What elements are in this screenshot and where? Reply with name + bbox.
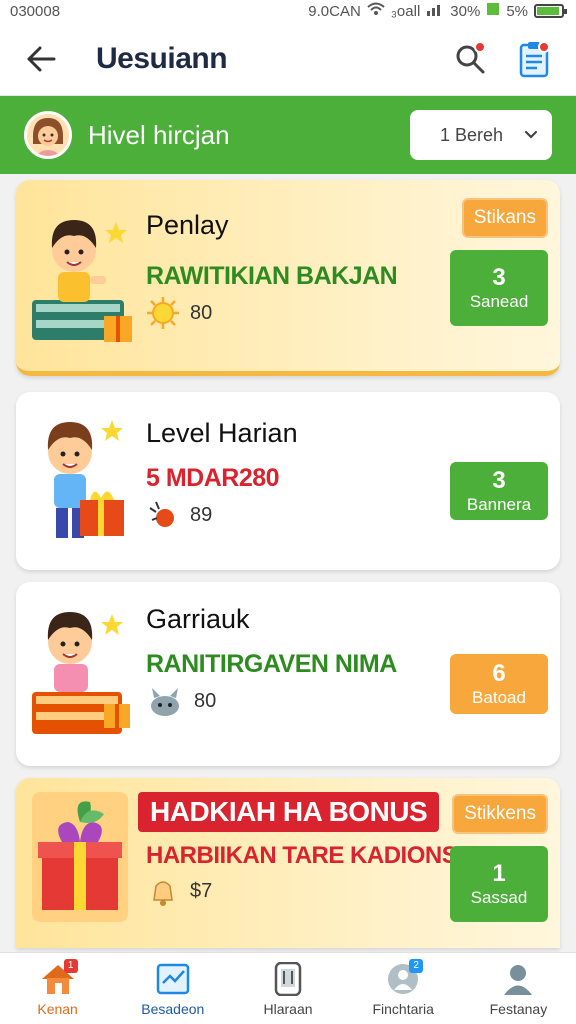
nav-profile[interactable]: Festanay <box>461 953 576 1024</box>
notification-dot <box>474 40 486 53</box>
reward-amount: 89 <box>190 503 213 526</box>
reward-amount: 80 <box>194 689 217 712</box>
task-card[interactable]: Penlay RAWITIKIAN BAKJAN 80 Stikans 3 Sa… <box>16 180 560 376</box>
bomb-icon <box>149 501 174 527</box>
status-carrier: 9.0CAN <box>308 2 361 20</box>
claim-button[interactable]: 3 Sanead <box>450 250 548 326</box>
stickers-tag: Stikans <box>461 198 548 238</box>
task-title: Level Harian <box>146 418 298 448</box>
nav-label: Festanay <box>489 1000 548 1017</box>
nav-badge: 2 <box>409 958 424 973</box>
claim-count: 6 <box>492 660 506 688</box>
sim-icon <box>486 2 500 20</box>
reward-amount: $7 <box>190 879 213 902</box>
claim-label: Sanead <box>469 292 529 312</box>
nav-label: Kenan <box>37 1000 78 1017</box>
battery-icon <box>534 4 567 18</box>
creature-icon <box>151 688 179 716</box>
status-time: 030008 <box>10 2 61 20</box>
page-title: Uesuiann <box>96 41 228 75</box>
status-bar: 030008 9.0CAN ₃oall 30% 5% <box>0 0 576 22</box>
task-title: Penlay <box>146 210 229 240</box>
arrow-left-icon <box>27 46 56 71</box>
reward-row: $7 <box>146 874 212 908</box>
level-dropdown-value: 1 Bereh <box>440 124 504 145</box>
nav-label: Finchtaria <box>372 1000 434 1017</box>
claim-button[interactable]: 3 Bannera <box>450 462 548 520</box>
reward-row: 89 <box>146 498 212 532</box>
level-name: Hivel hircjan <box>88 119 230 150</box>
signal-label: ₃oall <box>390 2 421 20</box>
signal-icon <box>426 2 444 20</box>
reward-row: 80 <box>146 296 212 330</box>
task-card[interactable]: Level Harian 5 MDAR280 89 3 Bannera <box>16 392 560 570</box>
level-bar: Hivel hircjan 1 Bereh <box>0 96 576 174</box>
child-with-book-illustration <box>32 612 130 734</box>
search-button[interactable] <box>448 37 492 81</box>
claim-count: 3 <box>492 467 506 495</box>
level-dropdown[interactable]: 1 Bereh <box>410 110 552 160</box>
chevron-down-icon <box>524 130 538 139</box>
notification-dot <box>538 40 550 53</box>
profile-icon <box>504 964 533 995</box>
bonus-card[interactable]: HADKIAH HA BONUS HARBIIKAN TARE KADIONS.… <box>16 778 560 948</box>
nav-friends[interactable]: 2 Finchtaria <box>346 953 461 1024</box>
task-subtitle: RANITIRGAVEN NIMA <box>146 650 397 678</box>
nav-label: Besadeon <box>141 1000 205 1017</box>
reward-amount: 80 <box>190 301 213 324</box>
task-title: Garriauk <box>146 604 250 634</box>
avatar-icon <box>27 114 69 156</box>
task-subtitle: 5 MDAR280 <box>146 464 280 492</box>
status-extra: 5% <box>506 2 528 20</box>
stickers-tag: Stikkens <box>452 794 548 834</box>
bottom-nav: 1 Kenan Besadeon Hlaraan 2 Finchtaria Fe… <box>0 952 576 1024</box>
nav-label: Hlaraan <box>263 1000 313 1017</box>
boy-on-book-illustration <box>32 220 132 342</box>
wifi-icon <box>367 2 385 20</box>
phone-icon <box>274 961 302 996</box>
back-button[interactable] <box>20 38 62 80</box>
status-right: 9.0CAN ₃oall 30% 5% <box>308 2 567 20</box>
app-header: Uesuiann <box>0 22 576 96</box>
tasks-button[interactable] <box>512 37 556 81</box>
claim-count: 3 <box>492 264 506 292</box>
boy-with-gift-illustration <box>47 420 124 538</box>
claim-count: 1 <box>492 860 506 888</box>
claim-label: Bannera <box>466 495 532 515</box>
task-subtitle: RAWITIKIAN BAKJAN <box>146 262 398 290</box>
bonus-subtitle: HARBIIKAN TARE KADIONS. <box>146 842 464 869</box>
claim-label: Sassad <box>470 888 528 908</box>
bell-icon <box>153 881 173 906</box>
task-card[interactable]: Garriauk RANITIRGAVEN NIMA 80 6 Batoad <box>16 582 560 766</box>
battery-percent: 30% <box>450 2 481 20</box>
reward-row: 80 <box>146 684 216 718</box>
nav-home[interactable]: 1 Kenan <box>0 953 115 1024</box>
claim-button[interactable]: 6 Batoad <box>450 654 548 714</box>
avatar[interactable] <box>24 111 72 159</box>
sun-coin-icon <box>147 297 179 329</box>
bonus-badge: HADKIAH HA BONUS <box>138 792 440 832</box>
nav-badge: 1 <box>63 958 78 973</box>
claim-button[interactable]: 1 Sassad <box>450 846 548 922</box>
claim-label: Batoad <box>472 688 526 708</box>
chart-icon <box>156 963 190 994</box>
nav-calls[interactable]: Hlaraan <box>230 953 345 1024</box>
gift-box-illustration <box>32 792 128 922</box>
nav-dashboard[interactable]: Besadeon <box>115 953 230 1024</box>
